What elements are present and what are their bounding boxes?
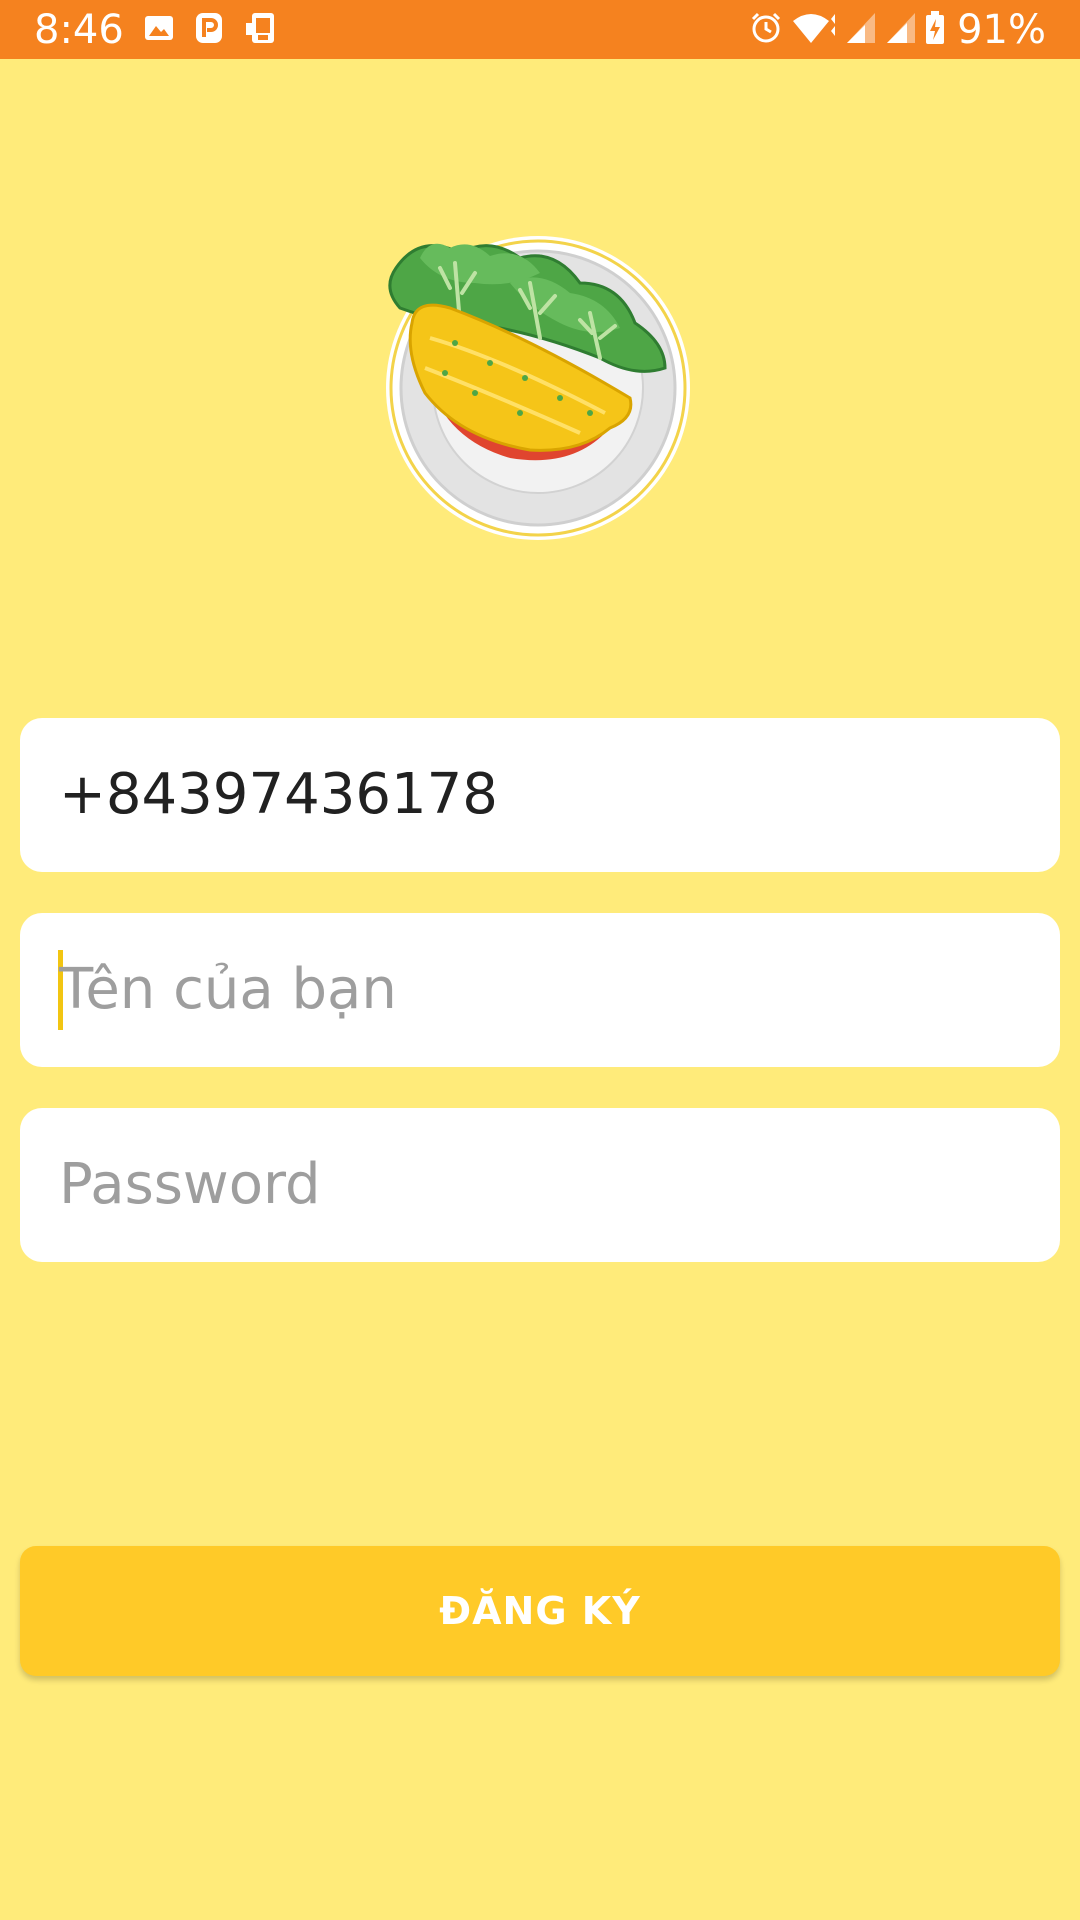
password-placeholder: Password: [59, 1152, 321, 1217]
system-status: 91%: [749, 9, 1046, 51]
password-field[interactable]: Password: [20, 1108, 1060, 1262]
battery-charging-icon: [925, 10, 945, 50]
wifi-icon: [791, 11, 837, 50]
battery-percent: 91%: [957, 7, 1046, 53]
signal-icon: [885, 11, 917, 50]
image-icon: [144, 13, 174, 48]
p-app-icon: [194, 11, 224, 50]
notification-icons: [144, 11, 280, 50]
register-button[interactable]: ĐĂNG KÝ: [20, 1546, 1060, 1676]
status-bar: 8:46 91%: [0, 0, 1080, 59]
signal-icon: [845, 11, 877, 50]
name-placeholder: Tên của bạn: [59, 957, 397, 1022]
phone-number-value: +84397436178: [59, 762, 498, 827]
status-time: 8:46: [34, 7, 124, 53]
alarm-icon: [749, 11, 783, 50]
name-field[interactable]: Tên của bạn: [20, 913, 1060, 1067]
phone-number-field[interactable]: +84397436178: [20, 718, 1060, 872]
banh-xeo-logo: [380, 228, 700, 548]
phone-app-icon: [244, 11, 280, 50]
